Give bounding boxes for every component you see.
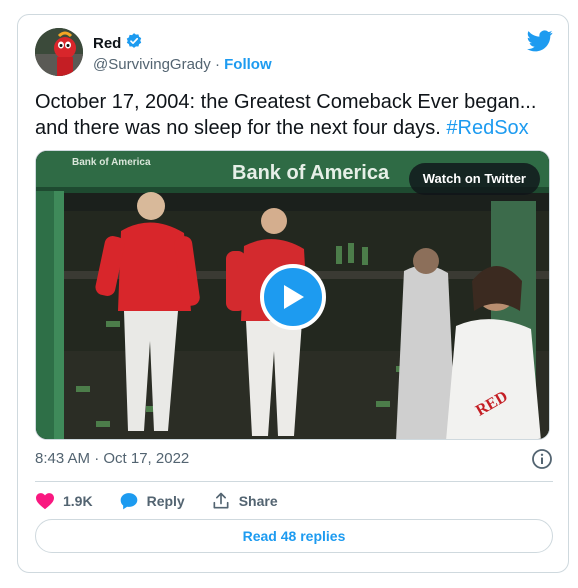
avatar[interactable] [35,28,83,76]
tweet-header: Red @SurvivingGrady · Follow [35,28,553,78]
reply-button[interactable]: Reply [119,491,185,511]
author-names: Red @SurvivingGrady · Follow [93,32,272,76]
twitter-bird-icon[interactable] [527,30,553,52]
read-replies-button[interactable]: Read 48 replies [35,519,553,553]
tweet-timestamp[interactable]: 8:43 AM · Oct 17, 2022 [35,450,189,467]
heart-icon [36,493,54,510]
info-icon[interactable] [531,448,553,470]
share-icon [213,492,229,509]
video-media[interactable]: Bank of America Bank of America RED Watc… [35,150,550,440]
play-button[interactable] [260,264,326,330]
follow-button[interactable]: Follow [224,56,272,73]
handle-separator: · [210,56,225,73]
banner-text-small: Bank of America [72,157,151,168]
banner-text: Bank of America [232,162,390,184]
like-button[interactable]: 1.9K [35,492,93,510]
watch-on-twitter-button[interactable]: Watch on Twitter [408,163,540,195]
play-icon [284,285,304,309]
share-label: Share [238,493,278,509]
share-button[interactable]: Share [211,491,278,511]
author-handle[interactable]: @SurvivingGrady [93,56,211,73]
verified-badge-icon [125,32,143,55]
tweet-text: October 17, 2004: the Greatest Comeback … [35,89,555,141]
action-bar: 1.9K Reply Share [35,486,304,516]
reply-bubble-icon [120,493,137,510]
divider [35,481,553,482]
reply-label: Reply [146,493,185,509]
like-count: 1.9K [63,493,93,509]
hashtag-link[interactable]: #RedSox [446,117,528,139]
timestamp-row: 8:43 AM · Oct 17, 2022 [35,447,553,471]
display-name[interactable]: Red [93,35,121,52]
tweet-card: Red @SurvivingGrady · Follow October 17,… [17,14,569,573]
